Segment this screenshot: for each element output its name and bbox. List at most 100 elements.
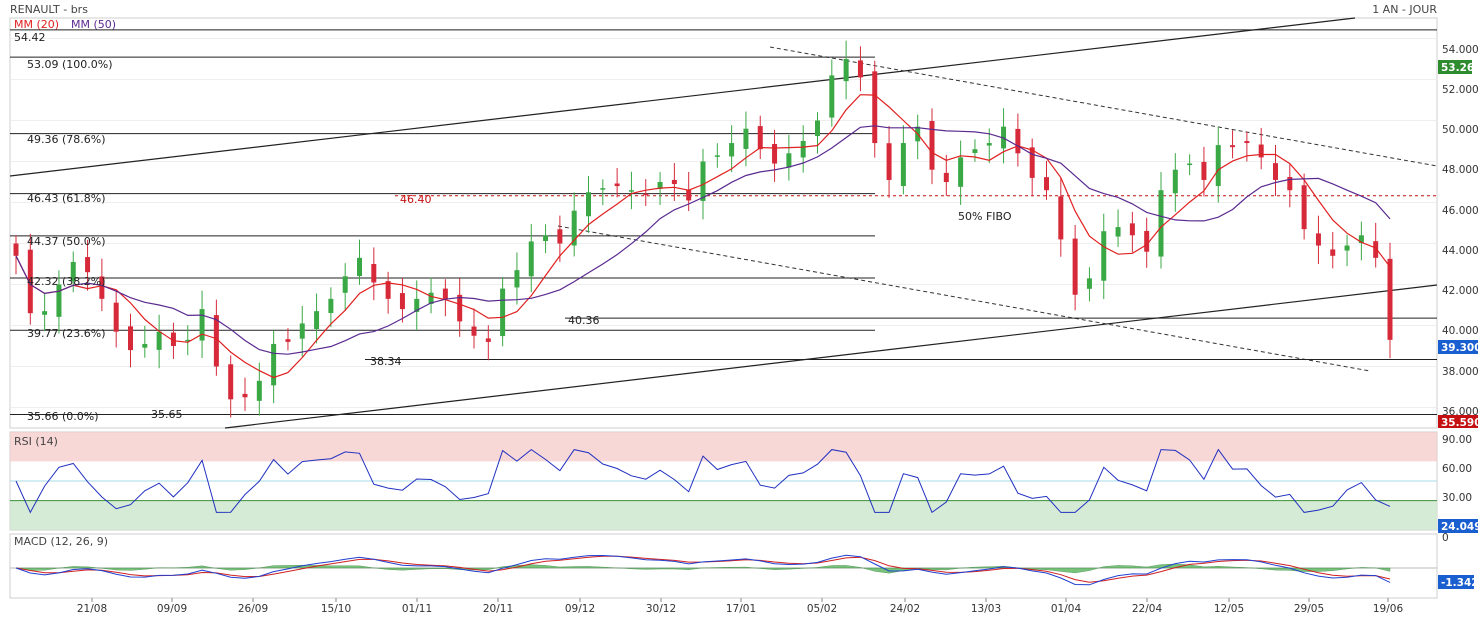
candle-body (1330, 249, 1336, 256)
candle-body (700, 161, 706, 201)
date-tick-label: 09/12 (565, 603, 595, 615)
candle-body (314, 311, 320, 330)
date-tick-label: 19/06 (1373, 603, 1404, 615)
candle-body (743, 128, 749, 149)
upper-dashed-trend (769, 46, 1438, 167)
date-tick-label: 22/04 (1132, 603, 1163, 615)
lower-dashed-trend (557, 225, 1371, 372)
candle-body (972, 149, 978, 153)
candle-body (485, 338, 491, 342)
candle-body (1258, 144, 1264, 158)
price-tick-48: 48.000 (1442, 164, 1479, 176)
candle-body (399, 293, 405, 310)
candle-body (242, 393, 248, 398)
macd-current-tag: -1.342 (1441, 577, 1479, 589)
price-tick-54: 54.000 (1442, 44, 1479, 56)
candle-body (1273, 163, 1278, 180)
candle-body (943, 172, 949, 182)
candle-body (643, 193, 649, 196)
rsi-oversold-zone (10, 500, 1437, 530)
level-label-5442: 54.42 (14, 31, 46, 44)
date-tick-label: 01/04 (1051, 603, 1082, 615)
candle-body (271, 343, 277, 386)
candle-body (557, 229, 563, 244)
current-price-tag: 39.300 (1441, 342, 1482, 354)
candle-body (1244, 141, 1250, 144)
candle-body (929, 121, 935, 170)
candle-body (1230, 145, 1236, 148)
date-tick-label: 01/11 (402, 603, 432, 615)
price-tick-46: 46.000 (1442, 205, 1479, 217)
rsi-tick-30: 30.00 (1442, 492, 1472, 504)
candle-body (113, 302, 119, 332)
candle-body (786, 153, 792, 168)
resistance-label-4640: 46.40 (400, 193, 432, 206)
candle-body (1029, 147, 1035, 178)
fib-label-786: 49.36 (78.6%) (27, 133, 106, 146)
date-tick-label: 13/03 (971, 603, 1001, 615)
candle-body (342, 276, 348, 293)
candle-body (1315, 233, 1321, 246)
rsi-overbought-zone (10, 432, 1437, 462)
candle-body (843, 59, 849, 82)
date-tick-label: 09/09 (157, 603, 187, 615)
date-tick-label: 05/02 (807, 603, 837, 615)
macd-label: MACD (12, 26, 9) (14, 535, 108, 548)
upper-channel-line (9, 17, 1356, 177)
candle-body (1187, 163, 1193, 166)
candle-body (857, 60, 863, 78)
candle-body (757, 126, 763, 150)
fib-label-500: 44.37 (50.0%) (27, 235, 106, 248)
price-tick-44: 44.000 (1442, 245, 1479, 257)
candle-body (815, 120, 820, 136)
candle-body (128, 326, 133, 351)
fib-label-0: 35.66 (0.0%) (27, 410, 99, 423)
last-close-tag: 53.26 (1441, 62, 1474, 74)
macd-line (15, 554, 1391, 586)
candle-body (800, 141, 806, 158)
fib-label-100: 53.09 (100.0%) (27, 58, 113, 71)
candle-body (772, 144, 778, 164)
date-tick-label: 26/09 (238, 603, 268, 615)
chart-title: RENAULT - brs (10, 3, 88, 16)
candle-body (457, 294, 463, 322)
candle-body (729, 143, 735, 157)
date-tick-label: 30/12 (646, 603, 676, 615)
fib-label-618: 46.43 (61.8%) (27, 192, 106, 205)
candle-body (1344, 245, 1350, 251)
candle-body (471, 326, 477, 336)
candle-body (85, 257, 91, 273)
candle-body (228, 364, 234, 400)
candle-body (614, 183, 620, 187)
candle-body (671, 179, 677, 185)
candle-body (1072, 238, 1078, 295)
candle-body (328, 298, 334, 313)
candle-body (156, 331, 162, 350)
support-label-3834: 38.34 (370, 355, 402, 368)
candle-body (42, 311, 48, 315)
legend-ma50: MM (50) (71, 18, 116, 31)
fib-label-382: 42.32 (38.2%) (27, 275, 106, 288)
candle-body (142, 343, 148, 348)
candle-body (371, 263, 377, 283)
candle-body (442, 288, 448, 299)
candle-body (1015, 128, 1021, 154)
candle-body (528, 241, 534, 277)
date-tick-label: 20/11 (483, 603, 513, 615)
date-tick-label: 15/10 (321, 603, 351, 615)
candle-body (285, 339, 291, 342)
low-price-tag: 35.590 (1441, 417, 1482, 429)
fib-label-236: 39.77 (23.6%) (27, 327, 106, 340)
candle-body (586, 192, 591, 217)
date-tick-label: 29/05 (1294, 603, 1324, 615)
candle-body (1172, 169, 1178, 194)
chart-canvas: RENAULT - brs 1 AN - JOUR MM (20) MM (50… (9, 3, 1482, 615)
candle-body (256, 380, 262, 401)
low-point-label: 35.65 (151, 408, 183, 421)
period-label: 1 AN - JOUR (1372, 3, 1437, 16)
candle-body (1115, 227, 1121, 237)
candle-body (299, 323, 305, 339)
candle-body (686, 190, 692, 201)
candle-body (1058, 196, 1064, 240)
candle-body (1044, 177, 1049, 191)
